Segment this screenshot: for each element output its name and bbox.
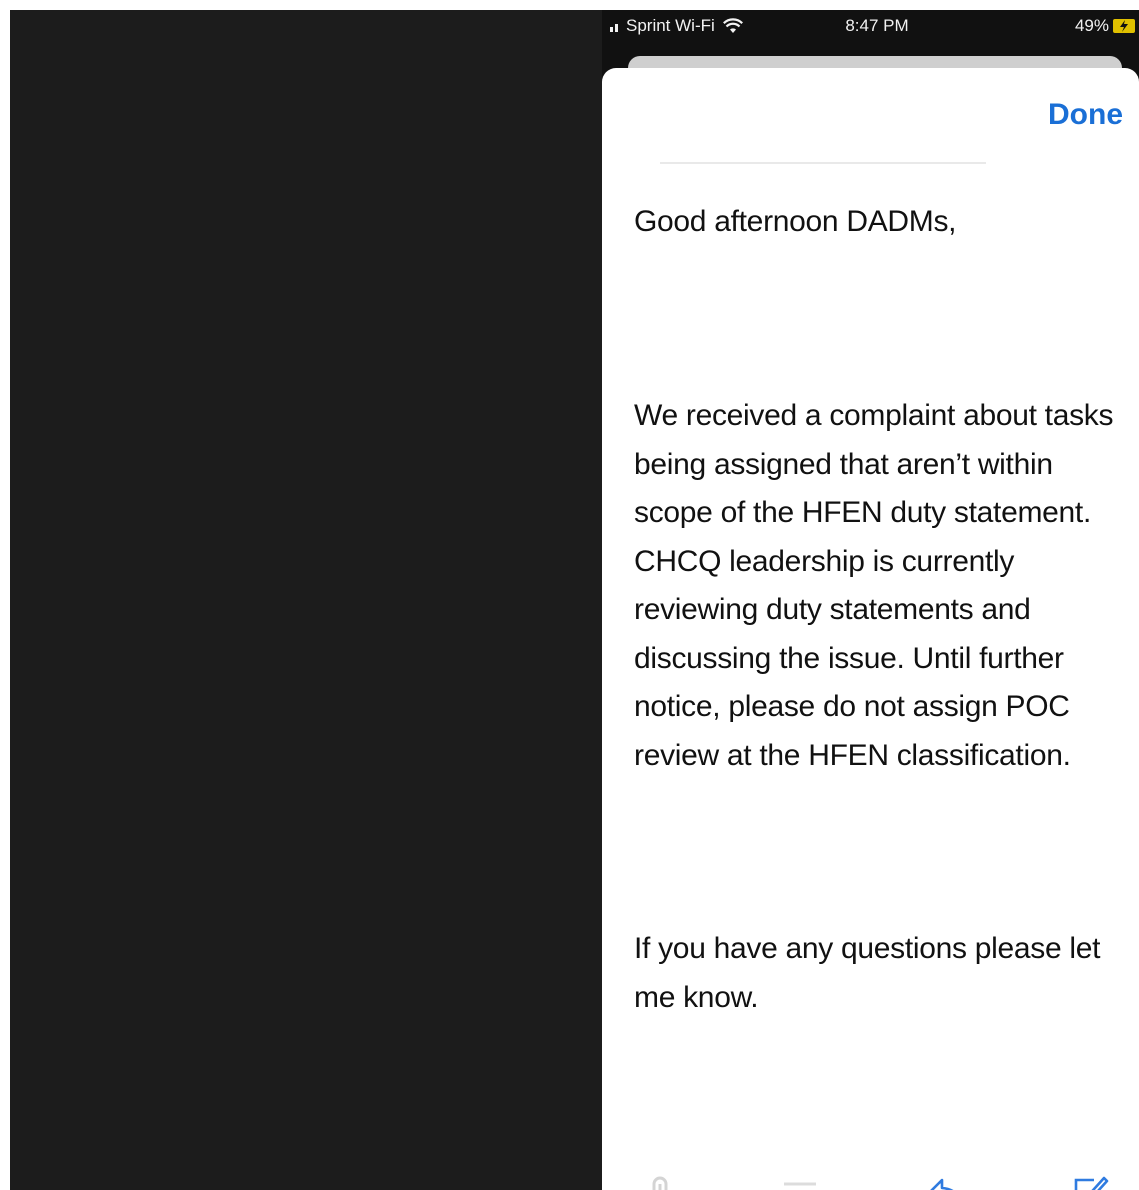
- battery-percent: 49%: [1074, 16, 1109, 35]
- bottom-toolbar: [602, 1164, 1139, 1190]
- status-right: 49%: [1075, 16, 1135, 36]
- header-divider: [660, 162, 986, 164]
- done-button[interactable]: Done: [1048, 98, 1123, 132]
- wifi-icon: [722, 18, 743, 33]
- status-bar: Sprint Wi-Fi 8:47 PM 49%: [602, 10, 1139, 50]
- carrier-label: Sprint Wi-Fi: [626, 16, 715, 35]
- reply-icon[interactable]: [924, 1172, 968, 1190]
- format-icon[interactable]: [778, 1172, 822, 1190]
- compose-icon[interactable]: [1068, 1172, 1112, 1190]
- battery-charging-icon: [1113, 19, 1135, 33]
- message-greeting: Good afternoon DADMs,: [634, 205, 957, 238]
- phone-screen: Sprint Wi-Fi 8:47 PM 49% Done Good after…: [602, 10, 1139, 1190]
- message-sheet: Done Good afternoon DADMs, We received a…: [602, 68, 1139, 1190]
- signal-icon: [610, 20, 618, 32]
- status-time: 8:47 PM: [845, 16, 909, 35]
- message-paragraph-1: We received a complaint about tasks bein…: [634, 399, 1114, 772]
- left-black-pane: [10, 10, 602, 1190]
- screenshot-frame: Sprint Wi-Fi 8:47 PM 49% Done Good after…: [0, 0, 1139, 1190]
- message-paragraph-2: If you have any questions please let me …: [634, 932, 1101, 1014]
- status-left: Sprint Wi-Fi: [610, 16, 743, 36]
- attachment-icon[interactable]: [638, 1172, 682, 1190]
